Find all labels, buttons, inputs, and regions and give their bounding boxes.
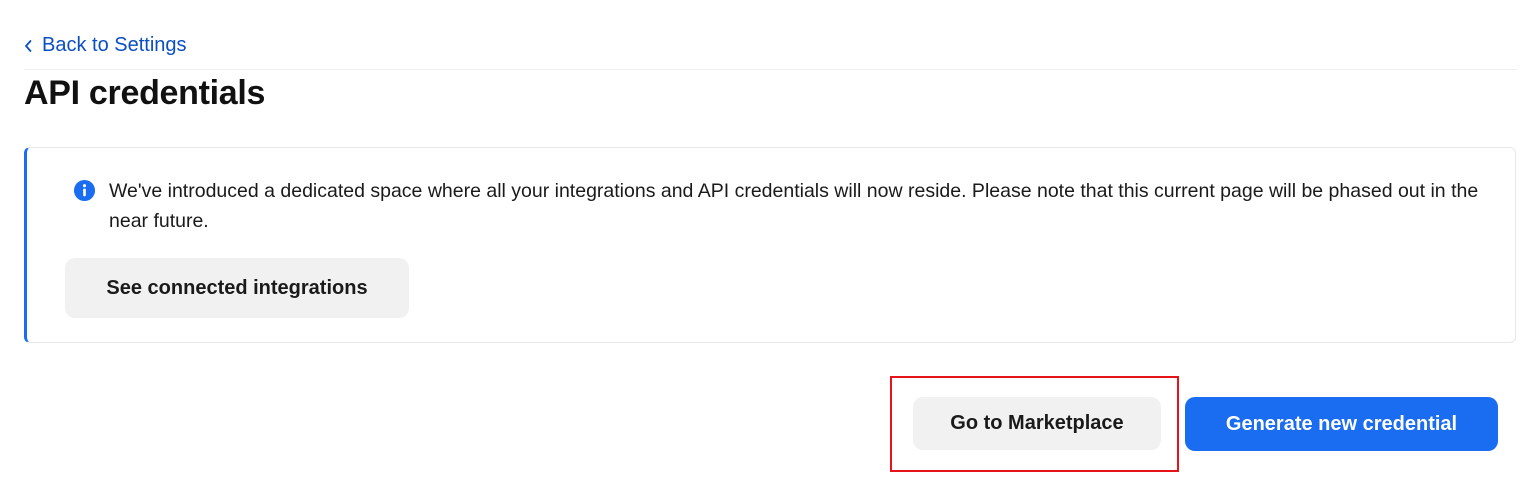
page-title: API credentials: [24, 74, 266, 112]
notice-message: We've introduced a dedicated space where…: [109, 180, 1479, 232]
info-icon: [73, 179, 96, 202]
generate-new-credential-button[interactable]: Generate new credential: [1185, 397, 1498, 451]
integrations-notice-banner: We've introduced a dedicated space where…: [24, 147, 1516, 343]
api-credentials-page: Back to Settings API credentials We've i…: [0, 0, 1529, 503]
back-link-label: Back to Settings: [42, 34, 187, 56]
back-to-settings-link[interactable]: Back to Settings: [24, 34, 187, 57]
see-connected-integrations-button[interactable]: See connected integrations: [65, 258, 409, 318]
chevron-left-icon: [25, 39, 32, 52]
header-divider: [24, 69, 1517, 70]
go-to-marketplace-button[interactable]: Go to Marketplace: [913, 397, 1161, 450]
